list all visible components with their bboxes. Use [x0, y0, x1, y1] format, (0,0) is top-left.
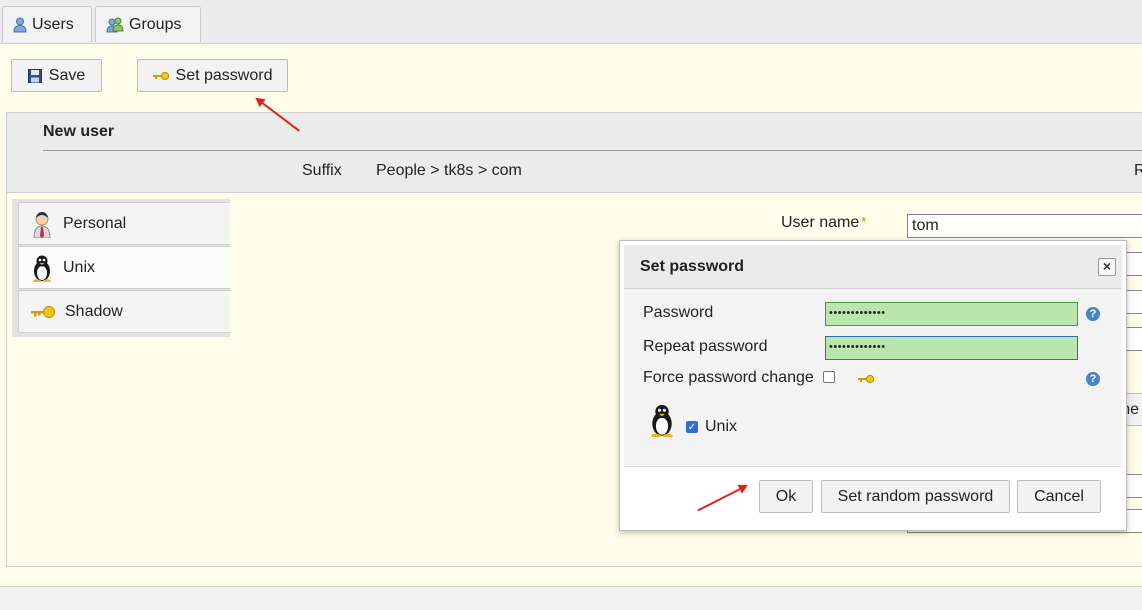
groups-icon: [106, 17, 124, 32]
unix-label: Unix: [705, 418, 738, 435]
side-tab-personal-label: Personal: [63, 214, 127, 232]
tab-users[interactable]: Users: [2, 6, 92, 42]
tab-groups[interactable]: Groups: [95, 6, 201, 42]
password-input[interactable]: •••••••••••••: [825, 302, 1078, 326]
cancel-button[interactable]: Cancel: [1017, 480, 1101, 513]
dialog-body: Password ••••••••••••• ? Repeat password…: [624, 289, 1122, 465]
help-icon[interactable]: ?: [1086, 372, 1100, 386]
panel-header: New user Suffix People > tk8s > com R: [7, 113, 1142, 193]
repeat-password-input[interactable]: •••••••••••••: [825, 336, 1078, 360]
save-button-label: Save: [48, 66, 86, 84]
suffix-label: Suffix: [302, 162, 342, 179]
tux-icon: [651, 404, 673, 437]
unix-checkbox[interactable]: ✓: [686, 421, 698, 433]
close-icon[interactable]: ×: [1098, 258, 1116, 276]
set-password-dialog: Set password × Password ••••••••••••• ? …: [619, 240, 1127, 531]
tux-icon: [33, 255, 51, 282]
side-tab-shadow[interactable]: Shadow: [18, 290, 230, 333]
force-password-change-checkbox[interactable]: [823, 371, 835, 383]
set-random-password-button[interactable]: Set random password: [821, 480, 1010, 513]
force-password-change-label: Force password change: [643, 369, 814, 386]
main-tabbar: Users Groups: [0, 0, 1142, 44]
key-icon: [31, 305, 55, 318]
dialog-title: Set password: [640, 258, 745, 275]
username-label: User name *: [781, 214, 866, 232]
side-tab-shadow-label: Shadow: [65, 302, 123, 320]
floppy-disk-icon: [27, 68, 42, 83]
dialog-header: Set password ×: [624, 245, 1122, 289]
dialog-footer: Ok Set random password Cancel: [624, 466, 1122, 528]
cancel-button-label: Cancel: [1034, 487, 1084, 505]
bottom-bar: [0, 586, 1142, 610]
tab-users-label: Users: [32, 15, 74, 33]
repeat-password-label: Repeat password: [643, 338, 768, 355]
set-password-button-label: Set password: [175, 66, 273, 84]
help-icon[interactable]: ?: [1086, 307, 1100, 321]
panel-title: New user: [43, 123, 115, 140]
password-label: Password: [643, 304, 714, 321]
key-icon: [152, 71, 169, 80]
suffix-value[interactable]: People > tk8s > com: [376, 162, 522, 180]
set-random-password-button-label: Set random password: [837, 487, 994, 505]
ok-button-label: Ok: [775, 487, 797, 505]
username-input[interactable]: tom: [907, 214, 1142, 238]
user-icon: [13, 17, 27, 32]
person-icon: [33, 211, 51, 238]
key-icon: [858, 374, 874, 384]
side-tab-unix-label: Unix: [63, 258, 96, 276]
tab-groups-label: Groups: [129, 15, 182, 33]
header-divider: [43, 150, 1142, 151]
save-button[interactable]: Save: [11, 59, 102, 92]
truncated-label: R: [1134, 162, 1142, 179]
side-tab-unix[interactable]: Unix: [18, 246, 230, 289]
ok-button[interactable]: Ok: [759, 480, 813, 513]
side-tab-personal[interactable]: Personal: [18, 202, 230, 245]
set-password-button[interactable]: Set password: [137, 59, 288, 92]
required-mark: *: [861, 214, 867, 229]
username-label-text: User name: [781, 214, 860, 231]
